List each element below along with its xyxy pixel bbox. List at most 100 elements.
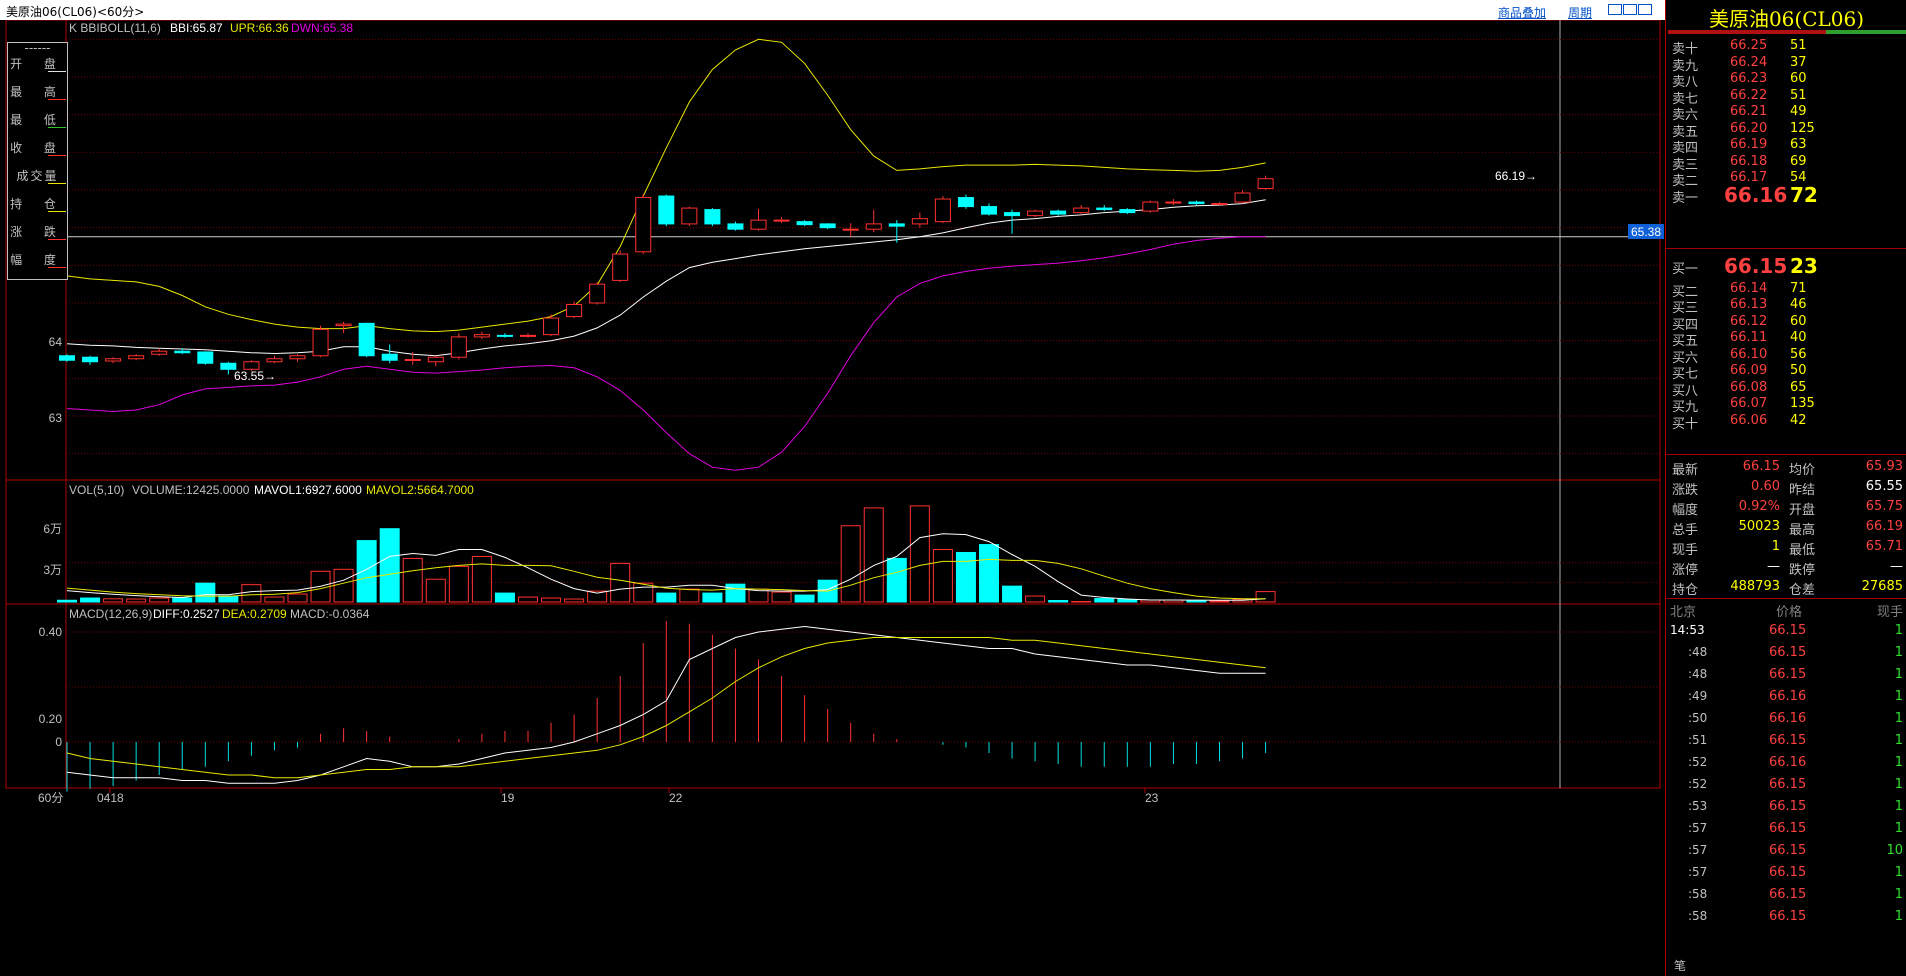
tick-row[interactable]: :50 66.16 1 — [1666, 711, 1906, 733]
candle-up — [1142, 201, 1159, 212]
bid-level[interactable]: 买十 66.06 42 — [1666, 413, 1906, 433]
level-price: 66.10 — [1730, 346, 1768, 362]
candle-down — [1188, 201, 1205, 205]
level-volume: 49 — [1790, 104, 1807, 119]
candle-down — [82, 356, 99, 363]
tick-row[interactable]: :57 66.15 1 — [1666, 865, 1906, 887]
window-title: 美原油06(CL06)<60分> — [6, 5, 145, 19]
candle-up — [842, 228, 859, 231]
macd-axis-label: 0.20 — [39, 712, 63, 726]
candle-up — [473, 334, 490, 338]
tick-row[interactable]: :48 66.15 1 — [1666, 667, 1906, 689]
stat-label: 开盘 — [1789, 503, 1816, 518]
candle-down — [1050, 210, 1067, 215]
volume-bar-up — [863, 507, 884, 603]
period-link[interactable]: 周期 — [1568, 4, 1592, 21]
tick-row[interactable]: :58 66.15 1 — [1666, 909, 1906, 931]
candle-up — [773, 219, 790, 222]
tick-header-price: 价格 — [1776, 605, 1803, 620]
volume-bar-up — [287, 593, 308, 603]
candle-up — [266, 358, 283, 363]
volume-bar-down — [356, 540, 377, 603]
volume-bar-up — [541, 597, 562, 603]
stat-label: 最高 — [1789, 523, 1816, 538]
overlay-link[interactable]: 商品叠加 — [1498, 4, 1546, 21]
period-label: 60分 — [38, 791, 63, 805]
toolbar-buttons[interactable] — [1608, 4, 1656, 17]
tick-time: :57 — [1688, 821, 1708, 835]
candle-up — [1073, 207, 1090, 214]
tick-row[interactable]: :53 66.15 1 — [1666, 799, 1906, 821]
tick-row[interactable]: :57 66.15 10 — [1666, 843, 1906, 865]
volume-bar-down — [656, 592, 677, 603]
tick-row[interactable]: 14:53 66.15 1 — [1666, 623, 1906, 645]
candle-up — [1234, 192, 1251, 203]
stat-label: 仓差 — [1789, 583, 1816, 598]
low-marker: 63.55→ — [234, 369, 276, 383]
stat-label: 现手 — [1672, 543, 1699, 558]
tick-row[interactable]: :49 66.16 1 — [1666, 689, 1906, 711]
macd-axis-label: 0.40 — [39, 625, 63, 639]
candle-up — [289, 355, 306, 360]
volume-bar-down — [725, 583, 746, 603]
tick-row[interactable]: :57 66.15 1 — [1666, 821, 1906, 843]
stat-row: 持仓 488793 仓差 27685 — [1666, 579, 1906, 599]
kline-chart[interactable]: K BBIBOLL(11,6) BBI:65.87 UPR:66.36 DWN:65.… — [0, 20, 1665, 976]
stat-row: 现手 1 最低 65.71 — [1666, 539, 1906, 559]
stat-value: 65.75 — [1865, 499, 1903, 514]
stat-label: 跌停 — [1789, 563, 1816, 578]
info-underline — [48, 183, 66, 184]
volume-bar-up — [610, 562, 631, 603]
split-icon[interactable] — [1623, 4, 1637, 15]
ask-level[interactable]: 卖一 66.16 72 — [1666, 183, 1906, 207]
ratio-bar-buy — [1826, 30, 1906, 34]
level-price: 66.16 — [1724, 182, 1788, 207]
macd-axis-label: 0 — [55, 735, 62, 749]
level-price: 66.23 — [1730, 71, 1768, 86]
level-price: 66.11 — [1730, 330, 1768, 345]
candle-down — [704, 209, 721, 225]
price-tag: 65.38 — [1631, 225, 1661, 239]
tick-volume: 1 — [1894, 623, 1903, 638]
stat-label: 昨结 — [1789, 483, 1816, 498]
level-volume: 50 — [1790, 363, 1807, 378]
volume-bar-down — [702, 592, 723, 603]
volume-bar-up — [103, 598, 124, 603]
candle-up — [934, 198, 951, 223]
layout-icon[interactable] — [1608, 4, 1622, 15]
stat-label: 涨跌 — [1672, 483, 1699, 498]
tick-row[interactable]: :52 66.16 1 — [1666, 755, 1906, 777]
volume-bar-down — [955, 551, 976, 603]
level-price: 66.09 — [1730, 363, 1768, 378]
macd-indicator-name: MACD(12,26,9) — [69, 607, 152, 621]
volume-bar-up — [149, 597, 170, 603]
tick-row[interactable]: :51 66.15 1 — [1666, 733, 1906, 755]
tick-row[interactable]: :48 66.15 1 — [1666, 645, 1906, 667]
level-price: 66.13 — [1730, 297, 1768, 312]
candle-down — [1004, 212, 1021, 217]
volume-bar-up — [1255, 591, 1276, 603]
volume-bar-down — [1094, 598, 1115, 603]
tick-volume: 1 — [1894, 821, 1903, 836]
level-volume: 56 — [1790, 346, 1807, 362]
tick-footer-tab[interactable]: 笔 — [1674, 957, 1686, 974]
upr-value: UPR:66.36 — [230, 21, 289, 35]
info-underline — [48, 155, 66, 156]
volume-bar-up — [840, 525, 861, 603]
level-price: 66.07 — [1730, 396, 1768, 411]
price-axis-label: 63 — [49, 411, 63, 425]
grid-icon[interactable] — [1638, 4, 1652, 15]
bbi-value: BBI:65.87 — [170, 21, 223, 35]
candle-down — [957, 197, 974, 208]
macd-value: MACD:-0.0364 — [290, 607, 370, 621]
tick-time: :57 — [1688, 843, 1708, 857]
volume-bar-down — [195, 582, 216, 603]
tick-price: 66.15 — [1769, 799, 1807, 814]
cursor-info-box: ------ 开 盘 最 高 最 低 收 盘 成交量 持 仓 涨 跌 幅 度 — [7, 41, 68, 280]
info-close: 收 盘 — [10, 141, 65, 155]
tick-row[interactable]: :52 66.15 1 — [1666, 777, 1906, 799]
stats-divider — [1666, 598, 1906, 599]
tick-row[interactable]: :58 66.15 1 — [1666, 887, 1906, 909]
candle-down — [381, 353, 398, 361]
bid-level[interactable]: 买一 66.15 23 — [1666, 254, 1906, 278]
